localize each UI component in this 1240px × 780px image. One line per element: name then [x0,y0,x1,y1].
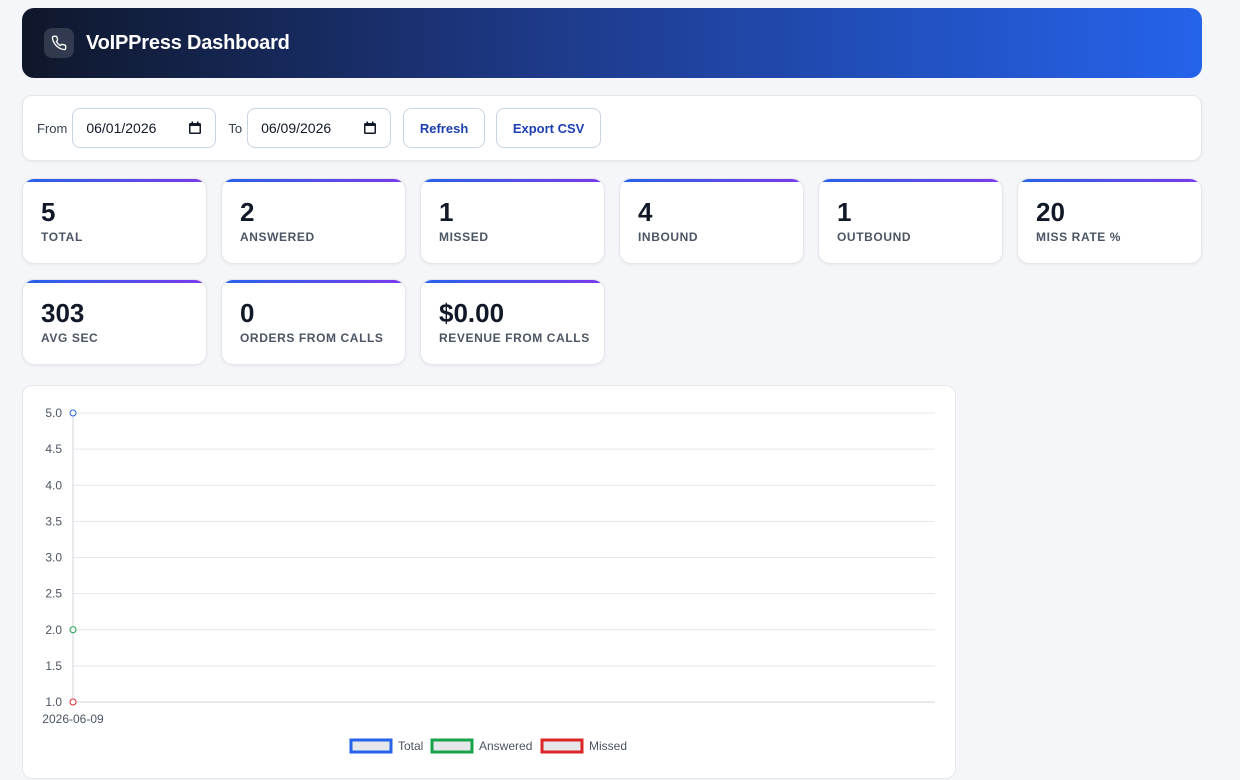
legend-label: Answered [479,739,532,753]
data-point-total [69,409,77,417]
legend-label: Missed [589,739,627,753]
calls-chart-card: 1.0 1.5 2.0 2.5 3.0 3.5 4.0 4.5 5.0 2026-06-09 Tot… [22,385,956,779]
data-point-answered [69,626,77,634]
calls-line-chart: 1.0 1.5 2.0 2.5 3.0 3.5 4.0 4.5 5.0 2026-06-09 Tot… [42,406,935,754]
stat-value: 0 [240,298,255,328]
stat-value: 303 [41,298,85,328]
phone-icon [44,28,74,58]
stat-card-answered: 2 ANSWERED [221,178,406,264]
from-date-input[interactable]: 06/01/2026 [72,108,217,148]
stat-card-missed: 1 MISSED [420,178,605,264]
calendar-icon[interactable] [188,121,202,135]
stat-label: MISSED [439,230,489,244]
from-date-value: 06/01/2026 [86,120,157,136]
y-tick-label: 4.5 [45,442,62,456]
stat-card-revenue: $0.00 REVENUE FROM CALLS [420,279,605,365]
y-tick-label: 2.5 [45,587,62,601]
stat-value: 1 [439,197,454,227]
y-tick-label: 1.5 [45,659,62,673]
stat-value: 4 [638,197,653,227]
stat-card-avg-sec: 303 AVG SEC [22,279,207,365]
from-label: From [37,120,68,136]
y-tick-label: 4.0 [45,478,62,492]
x-tick-label: 2026-06-09 [42,712,104,726]
legend-swatch-total [349,738,393,754]
stat-label: MISS RATE % [1036,230,1122,244]
stat-label: ANSWERED [240,230,315,244]
refresh-button[interactable]: Refresh [403,108,486,148]
stat-value: 2 [240,197,255,227]
legend-swatch-missed [540,738,584,754]
stat-card-miss-rate: 20 MISS RATE % [1017,178,1202,264]
stat-label: AVG SEC [41,331,99,345]
legend-label: Total [398,739,423,753]
stat-card-orders: 0 ORDERS FROM CALLS [221,279,406,365]
stat-card-total: 5 TOTAL [22,178,207,264]
stat-value: 5 [41,197,56,227]
to-date-input[interactable]: 06/09/2026 [247,108,392,148]
y-tick-label: 1.0 [45,695,62,709]
export-csv-button[interactable]: Export CSV [496,108,602,148]
to-date-value: 06/09/2026 [261,120,332,136]
stat-value: $0.00 [439,298,505,328]
filter-toolbar: From 06/01/2026 To 06/09/2026 Refresh Ex… [22,95,1202,161]
y-tick-label: 2.0 [45,623,62,637]
y-tick-label: 5.0 [45,406,62,420]
y-tick-label: 3.5 [45,514,62,528]
y-tick-label: 3.0 [45,551,62,565]
stat-value: 20 [1036,197,1065,227]
stat-label: TOTAL [41,230,83,244]
stat-card-inbound: 4 INBOUND [619,178,804,264]
stat-label: ORDERS FROM CALLS [240,331,384,345]
calendar-icon[interactable] [363,121,377,135]
stat-label: REVENUE FROM CALLS [439,331,590,345]
page-title: VoIPPress Dashboard [86,31,290,54]
data-point-missed [69,698,77,706]
stat-card-outbound: 1 OUTBOUND [818,178,1003,264]
stat-value: 1 [837,197,852,227]
to-label: To [228,120,243,136]
legend-swatch-answered [430,738,474,754]
stat-label: OUTBOUND [837,230,912,244]
dashboard-header: VoIPPress Dashboard [22,8,1202,78]
stat-label: INBOUND [638,230,699,244]
